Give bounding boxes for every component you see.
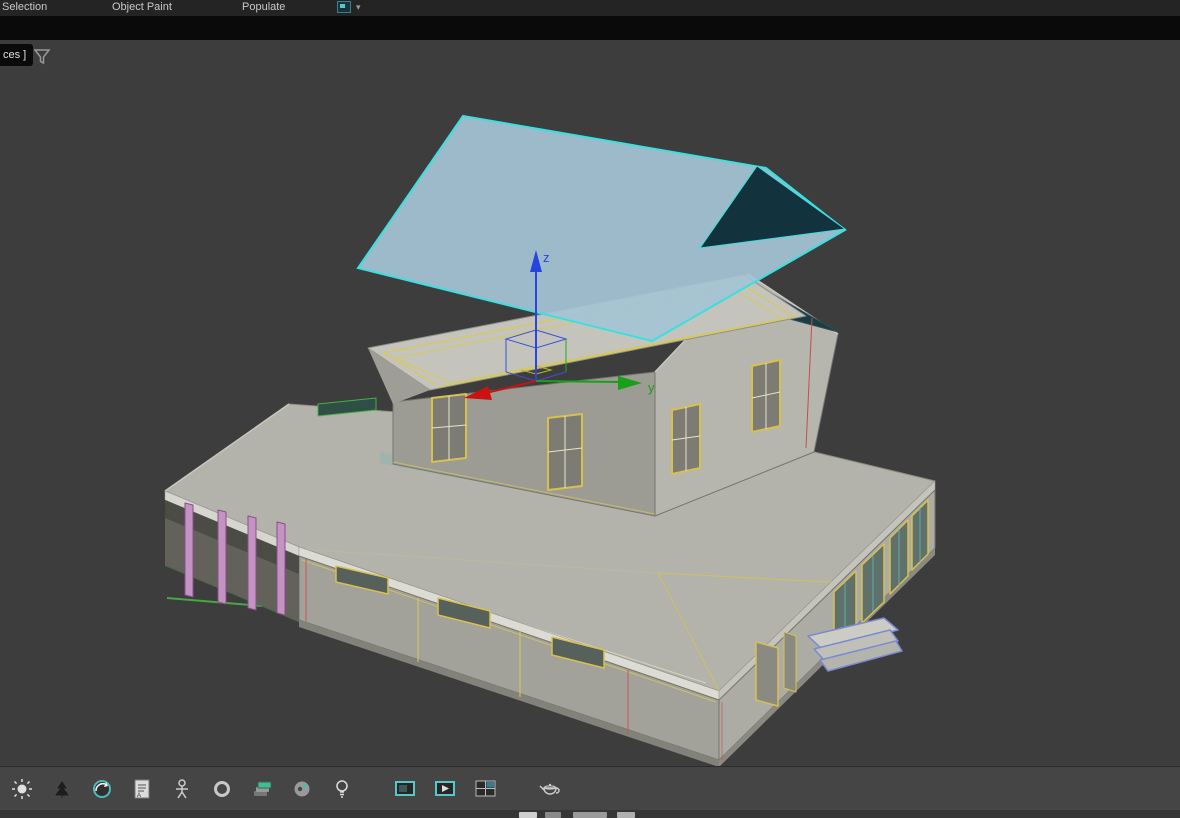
layers-icon[interactable] [248,775,276,803]
teapot-icon[interactable] [536,775,564,803]
viewport-split-icon[interactable] [472,775,500,803]
chevron-down-icon: ▾ [356,1,361,12]
z-axis-label: z [543,250,550,265]
svg-text:A: A [137,793,141,799]
tree-icon[interactable] [48,775,76,803]
cropped-toolbar-icon[interactable] [617,812,635,818]
viewport-play-icon[interactable] [432,775,460,803]
house-model[interactable] [164,273,936,766]
tab-selection[interactable]: Selection [2,1,47,13]
bottom-toolbar: A [0,766,1180,810]
bottom-status-strip [0,810,1180,818]
cropped-toolbar-icon[interactable] [573,812,607,818]
tab-object-paint[interactable]: Object Paint [112,1,172,13]
perspective-viewport[interactable]: ces ] z y [0,40,1180,766]
viewport-3d-scene[interactable]: z y [0,40,1180,766]
character-icon[interactable] [168,775,196,803]
filter-funnel-icon[interactable] [34,49,51,65]
viewport-label[interactable]: ces ] [0,44,34,66]
y-axis-label: y [648,380,655,395]
light-bulb-icon[interactable] [328,775,356,803]
tab-populate[interactable]: Populate [242,1,285,13]
orbit-icon[interactable] [88,775,116,803]
ring-icon[interactable] [208,775,236,803]
ribbon-lower-strip [0,16,1180,40]
palette-icon[interactable] [288,775,316,803]
ribbon-more-button[interactable]: ▾ [337,1,361,13]
cropped-toolbar-icon[interactable] [519,812,537,818]
viewport-monitor-icon[interactable] [392,775,420,803]
ribbon-bar: Selection Object Paint Populate ▾ [0,0,1180,16]
annotation-icon[interactable]: A [128,775,156,803]
sun-icon[interactable] [8,775,36,803]
ribbon-grid-icon [337,1,351,13]
cropped-toolbar-icon[interactable] [545,812,561,818]
